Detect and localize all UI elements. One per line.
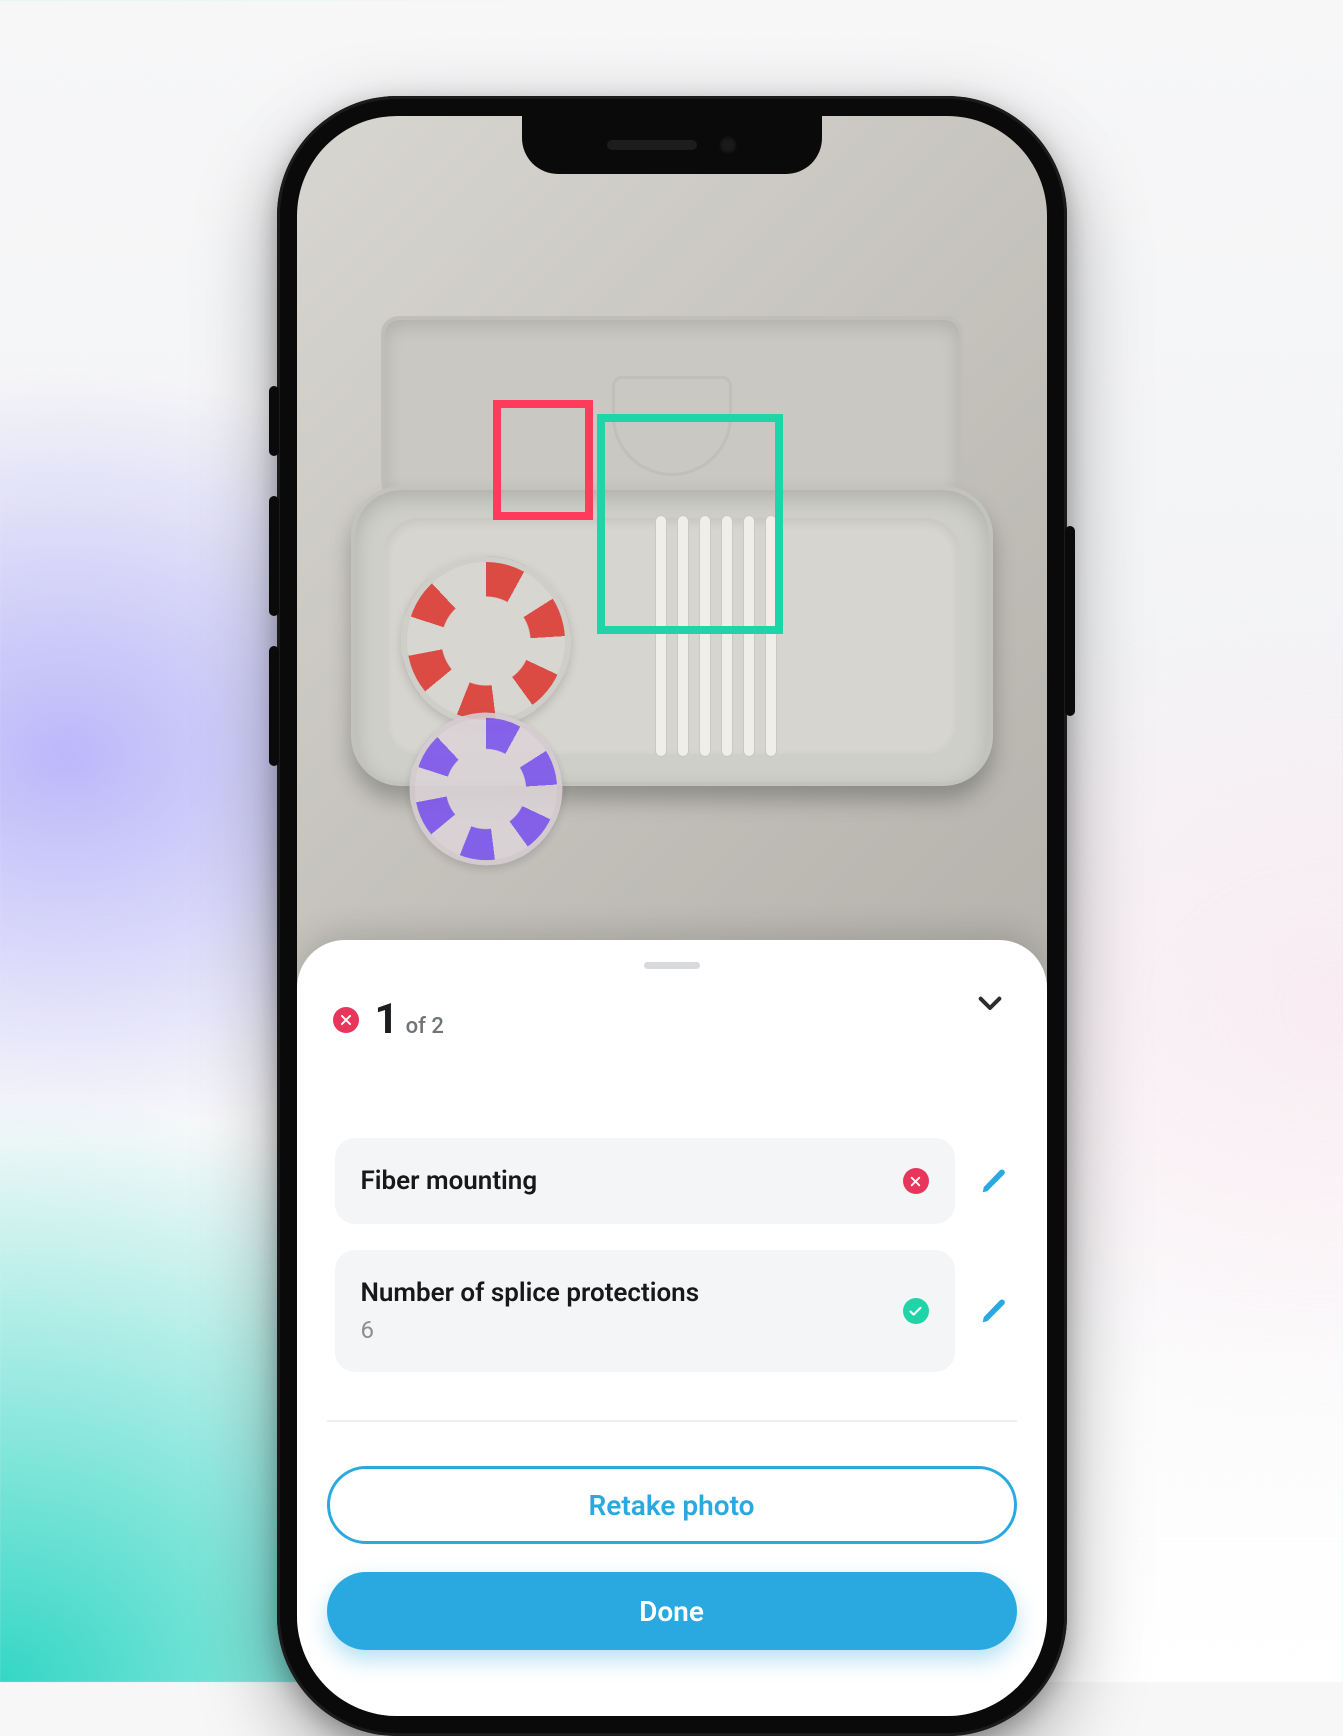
edit-button[interactable] (979, 1166, 1009, 1196)
done-button[interactable]: Done (327, 1572, 1017, 1650)
result-title: Fiber mounting (361, 1166, 538, 1196)
progress-of-label: of 2 (406, 1014, 444, 1039)
phone-speaker (607, 140, 697, 150)
detection-box-ok (597, 414, 783, 634)
result-value: 6 (361, 1316, 700, 1344)
result-row: Number of splice protections 6 (335, 1250, 1009, 1372)
status-badge-ok (903, 1298, 929, 1324)
pencil-icon (979, 1296, 1009, 1326)
phone-screen: 1 of 2 Fiber mounting (297, 116, 1047, 1716)
fiber-spool (409, 713, 562, 866)
result-card-splice-count[interactable]: Number of splice protections 6 (335, 1250, 955, 1372)
pencil-icon (979, 1166, 1009, 1196)
check-icon (908, 1304, 923, 1319)
x-icon (909, 1175, 922, 1188)
fiber-spool (401, 556, 571, 726)
phone-notch (522, 116, 822, 174)
result-row: Fiber mounting (335, 1138, 1009, 1224)
result-card-fiber-mounting[interactable]: Fiber mounting (335, 1138, 955, 1224)
detection-box-error (493, 400, 593, 520)
sheet-actions: Retake photo Done (327, 1420, 1017, 1650)
retake-photo-button[interactable]: Retake photo (327, 1466, 1017, 1544)
phone-power-button (1065, 526, 1075, 716)
phone-volume-up (269, 496, 279, 616)
edit-button[interactable] (979, 1296, 1009, 1326)
result-list: Fiber mounting (327, 1080, 1017, 1402)
status-badge-error (333, 1007, 359, 1033)
results-sheet: 1 of 2 Fiber mounting (297, 940, 1047, 1716)
result-title: Number of splice protections (361, 1278, 700, 1308)
sheet-grabber[interactable] (644, 962, 700, 969)
progress-current: 1 (375, 995, 398, 1044)
phone-front-camera (719, 136, 737, 154)
chevron-down-icon (974, 988, 1006, 1020)
progress-counter: 1 of 2 (375, 995, 444, 1044)
phone-frame: 1 of 2 Fiber mounting (277, 96, 1067, 1736)
x-icon (339, 1013, 353, 1027)
sheet-header: 1 of 2 (327, 987, 1017, 1080)
phone-volume-down (269, 646, 279, 766)
status-badge-error (903, 1168, 929, 1194)
collapse-sheet-button[interactable] (969, 983, 1011, 1025)
phone-side-button (269, 386, 279, 456)
